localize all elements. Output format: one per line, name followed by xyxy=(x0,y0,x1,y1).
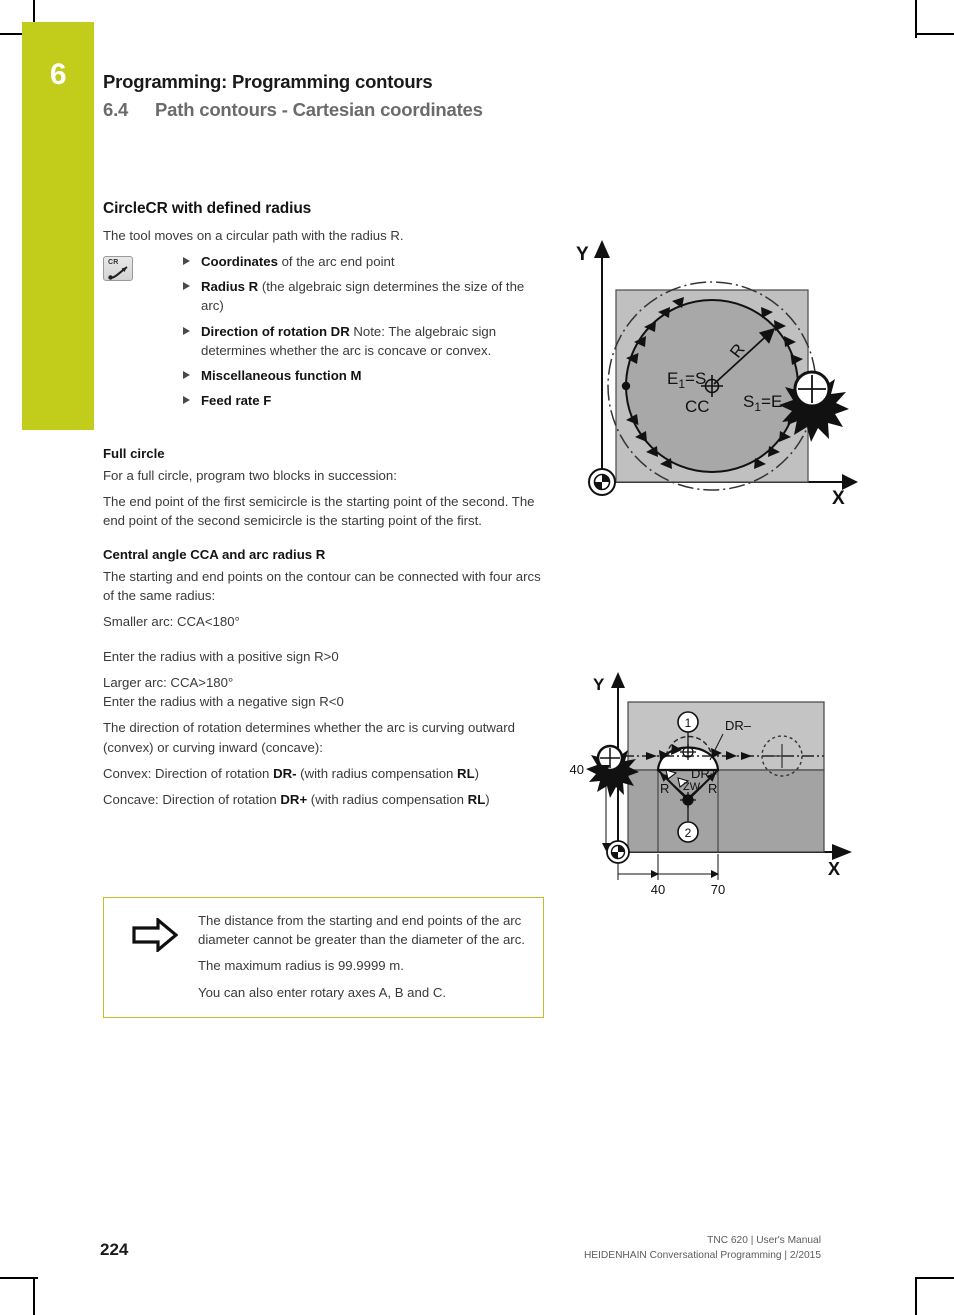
cca-p5: Enter the radius with a negative sign R<… xyxy=(103,694,344,710)
full-circle-p2: The end point of the first semicircle is… xyxy=(103,494,535,529)
triangle-bullet-icon xyxy=(183,370,190,379)
note-line-2: The maximum radius is 99.9999 m. xyxy=(198,958,404,974)
section-breadcrumb: 6.4 Path contours - Cartesian coordinates xyxy=(103,99,723,121)
figure2-label-zw: ZW xyxy=(683,781,701,793)
note-line-1: The distance from the starting and end p… xyxy=(198,913,525,947)
footer-line-1: TNC 620 | User's Manual xyxy=(707,1235,821,1246)
figure1-origin-datum xyxy=(588,468,616,496)
note-text-cell: The distance from the starting and end p… xyxy=(194,912,529,1003)
crop-mark-right-top xyxy=(916,33,954,35)
cca-heading: Central angle CCA and arc radius R xyxy=(103,546,326,562)
concave-dr: DR+ xyxy=(280,791,308,807)
bullet-label: Direction of rotation DR xyxy=(201,323,350,339)
figure1-x-axis-label: X xyxy=(832,488,845,509)
page-title: Programming: Programming contours xyxy=(103,71,433,92)
triangle-bullet-icon xyxy=(183,395,190,404)
crop-mark-left-bottom xyxy=(0,1277,38,1279)
note-icon-cell xyxy=(116,912,194,1003)
bullet-text: of the arc end point xyxy=(277,254,395,270)
figure2-label-r-right: R xyxy=(708,781,717,796)
convex-end: ) xyxy=(474,765,480,781)
figure2-dim-x1: 40 xyxy=(651,882,665,897)
triangle-bullet-icon xyxy=(183,257,190,266)
cca-p2: Smaller arc: CCA<180° xyxy=(103,613,240,629)
bullet-label: Feed rate F xyxy=(201,392,272,408)
section-title: Path contours - Cartesian coordinates xyxy=(155,98,483,120)
figure2-dim-x2: 70 xyxy=(711,882,725,897)
figure1-label-start-point: S1=E xyxy=(743,392,782,414)
figure2-y-axis-label: Y xyxy=(593,675,605,694)
section-number: 6.4 xyxy=(103,98,129,120)
cca-p4: Larger arc: CCA>180° xyxy=(103,675,234,691)
bullet-label: Miscellaneous function M xyxy=(201,367,362,383)
crop-mark-bottom-left xyxy=(33,1277,35,1315)
cca-p3: Enter the radius with a positive sign R>… xyxy=(103,648,339,664)
list-item: Radius R (the algebraic sign determines … xyxy=(183,277,548,315)
concave-end: ) xyxy=(485,791,490,807)
chapter-number: 6 xyxy=(49,58,67,91)
figure-2-svg: Y X 1 2 DR– DR+ ZW R R 40 40 70 xyxy=(570,672,852,897)
figure2-label-dr-plus: DR+ xyxy=(691,766,717,781)
concave-mid: (with radius compensation xyxy=(307,791,468,807)
triangle-bullet-icon xyxy=(183,326,190,335)
page-header: Programming: Programming contours 6.4 Pat… xyxy=(103,70,723,121)
figure1-y-axis-label: Y xyxy=(576,244,589,265)
figure2-dim-y: 40 xyxy=(570,762,584,777)
cca-p1: The starting and end points on the conto… xyxy=(103,568,541,603)
bullet-label: Radius R xyxy=(201,279,259,295)
manual-page: 6 Programming: Programming contours 6.4 P… xyxy=(0,0,954,1315)
list-item: Direction of rotation DR Note: The algeb… xyxy=(183,322,548,360)
cca-p6: The direction of rotation determines whe… xyxy=(103,720,515,755)
page-number: 224 xyxy=(100,1240,129,1259)
concave-line: Concave: Direction of rotation DR+ (with… xyxy=(103,790,548,809)
figure2-x-axis-label: X xyxy=(828,859,840,879)
full-circle-p1: For a full circle, program two blocks in… xyxy=(103,468,397,484)
list-item: Feed rate F xyxy=(183,391,548,410)
footer-meta: TNC 620 | User's Manual HEIDENHAIN Conve… xyxy=(584,1234,821,1264)
list-item: Coordinates of the arc end point xyxy=(183,252,548,271)
convex-line: Convex: Direction of rotation DR- (with … xyxy=(103,764,548,783)
figure2-label-dr-minus: DR– xyxy=(725,718,752,733)
parameter-bullet-list: Coordinates of the arc end point Radius … xyxy=(183,252,548,410)
full-circle-heading: Full circle xyxy=(103,446,165,462)
arrow-right-icon xyxy=(132,918,178,952)
convex-mid: (with radius compensation xyxy=(296,765,458,781)
section-heading: CircleCR with defined radius xyxy=(103,200,312,217)
figure1-label-end-point: E1=S xyxy=(667,369,706,391)
figure2-label-r-left: R xyxy=(660,781,669,796)
arc-curve-icon xyxy=(108,266,128,280)
bullet-label: Coordinates xyxy=(201,254,278,270)
figure2-callout-1: 1 xyxy=(685,716,692,730)
circle-cr-key-icon[interactable]: CR xyxy=(103,256,133,282)
convex-dr: DR- xyxy=(273,765,297,781)
convex-rl: RL xyxy=(457,765,475,781)
figure-full-circle-cr: Y X E1=S CC S1=E R xyxy=(560,232,860,512)
note-callout-box: The distance from the starting and end p… xyxy=(103,897,544,1018)
footer-line-2: HEIDENHAIN Conversational Programming | … xyxy=(583,1249,821,1261)
parameter-list-area: CR Coordinates of the arc end point Radi… xyxy=(103,252,548,410)
figure2-callout-2: 2 xyxy=(685,826,692,840)
figure-cca-dr: Y X 1 2 DR– DR+ ZW R R 40 40 70 xyxy=(560,668,860,898)
intro-paragraph: The tool moves on a circular path with t… xyxy=(103,228,404,243)
convex-pre: Convex: Direction of rotation xyxy=(103,765,274,781)
main-content: CircleCR with defined radius The tool mo… xyxy=(103,200,548,816)
crop-mark-bottom-right xyxy=(915,1277,917,1315)
list-item: Miscellaneous function M xyxy=(183,366,548,385)
figure2-origin-datum xyxy=(606,840,630,864)
crop-mark-right-bottom xyxy=(916,1277,954,1279)
triangle-bullet-icon xyxy=(183,282,190,291)
figure-1-svg: Y X E1=S CC S1=E R xyxy=(576,240,858,509)
concave-pre: Concave: Direction of rotation xyxy=(103,791,281,807)
concave-rl: RL xyxy=(467,791,486,807)
figure1-label-cc: CC xyxy=(685,397,710,416)
note-line-3: You can also enter rotary axes A, B and … xyxy=(198,985,447,1001)
